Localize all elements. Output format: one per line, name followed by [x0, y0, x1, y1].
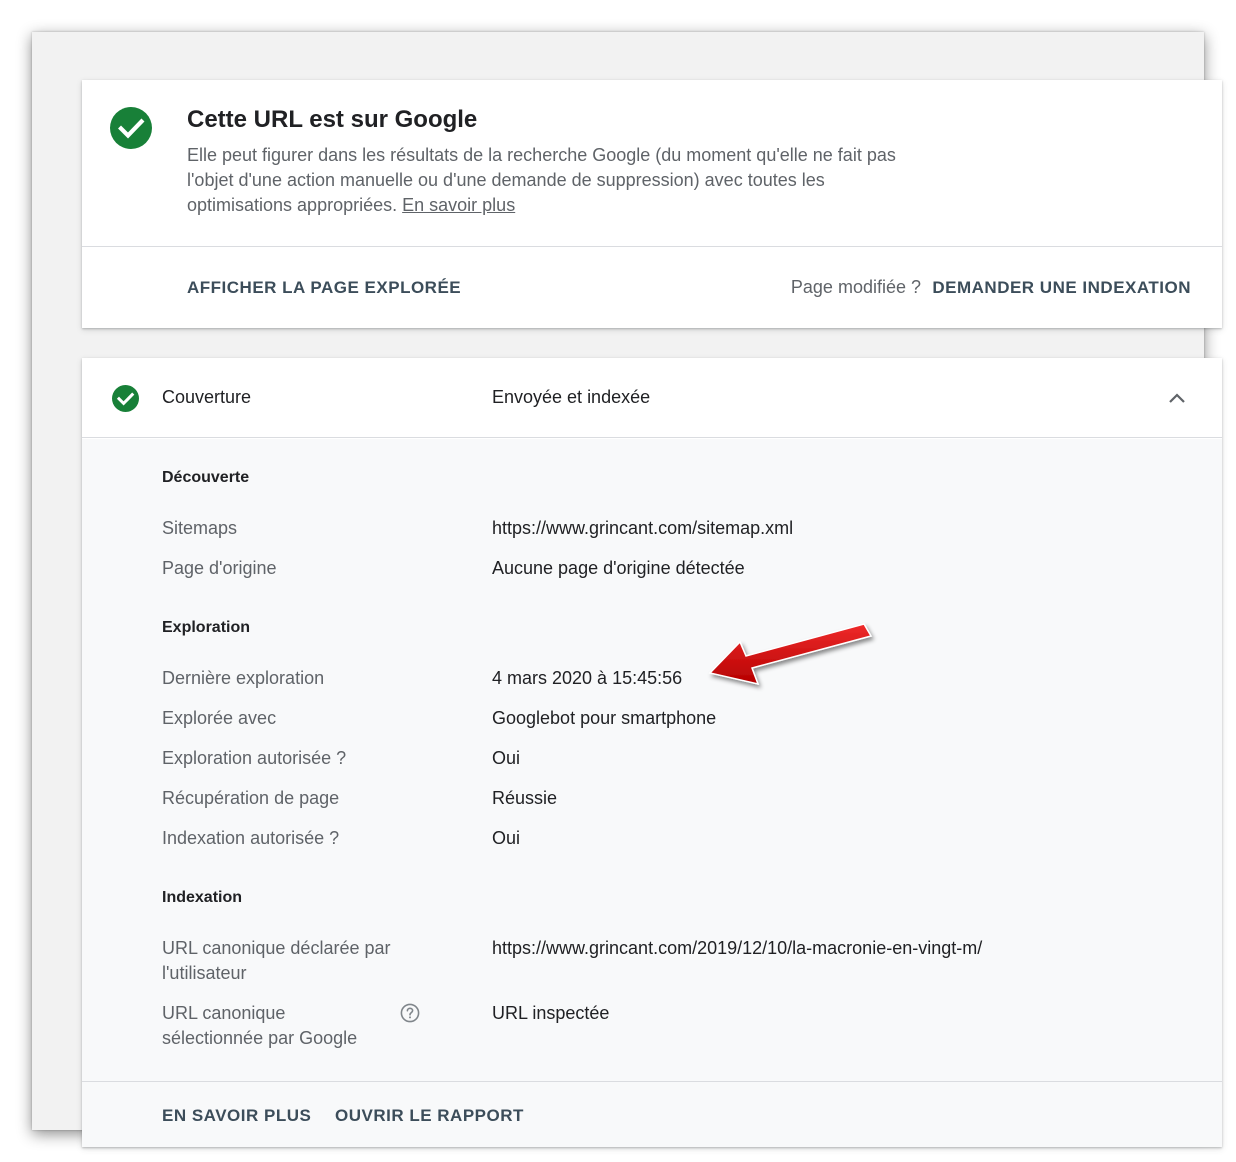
coverage-card: Couverture Envoyée et indexée Découverte…	[82, 358, 1222, 1147]
last-crawl-label: Dernière exploration	[162, 668, 325, 688]
status-description: Elle peut figurer dans les résultats de …	[187, 143, 907, 218]
indexing-allowed-label: Indexation autorisée ?	[162, 828, 340, 848]
user-canonical-label: URL canonique déclarée par l'utilisateur	[162, 938, 391, 983]
coverage-value: Envoyée et indexée	[492, 387, 651, 407]
check-circle-icon	[110, 107, 152, 149]
coverage-label: Couverture	[162, 387, 252, 407]
page-modified-text: Page modifiée ?	[790, 277, 921, 297]
help-circle-icon[interactable]	[400, 1003, 420, 1023]
coverage-header[interactable]: Couverture Envoyée et indexée	[82, 358, 1222, 438]
crawl-allowed-value: Oui	[492, 748, 521, 768]
screenshot-frame: Cette URL est sur Google Elle peut figur…	[32, 32, 1222, 1147]
status-title: Cette URL est sur Google	[187, 106, 478, 133]
sitemaps-label: Sitemaps	[162, 518, 238, 538]
last-crawl-value: 4 mars 2020 à 15:45:56	[492, 668, 683, 688]
user-canonical-value: https://www.grincant.com/2019/12/10/la-m…	[492, 938, 983, 958]
google-canonical-value: URL inspectée	[492, 1003, 610, 1023]
referring-page-value: Aucune page d'origine détectée	[492, 558, 745, 578]
divider	[82, 246, 1222, 247]
section-title-crawl: Exploration	[162, 619, 251, 636]
indexing-allowed-value: Oui	[492, 828, 521, 848]
page-fetch-value: Réussie	[492, 788, 558, 808]
referring-page-label: Page d'origine	[162, 558, 277, 578]
coverage-details: Découverte Sitemaps https://www.grincant…	[82, 439, 1222, 1081]
crawled-as-value: Googlebot pour smartphone	[492, 708, 717, 728]
sitemaps-value: https://www.grincant.com/sitemap.xml	[492, 518, 794, 538]
view-crawled-page-button[interactable]: AFFICHER LA PAGE EXPLORÉE	[187, 278, 461, 298]
section-title-discovery: Découverte	[162, 469, 250, 486]
url-status-card: Cette URL est sur Google Elle peut figur…	[82, 80, 1222, 328]
chevron-up-icon[interactable]	[1168, 389, 1186, 407]
open-report-button[interactable]: OUVRIR LE RAPPORT	[335, 1106, 524, 1126]
learn-more-button[interactable]: EN SAVOIR PLUS	[162, 1106, 311, 1126]
page-fetch-label: Récupération de page	[162, 788, 340, 808]
status-description-text: Elle peut figurer dans les résultats de …	[187, 145, 896, 215]
google-canonical-label: URL canonique sélectionnée par Google	[162, 1003, 358, 1048]
check-circle-icon	[112, 385, 139, 412]
red-arrow-icon	[708, 623, 873, 686]
section-title-indexing: Indexation	[162, 889, 243, 906]
learn-more-link[interactable]: En savoir plus	[402, 195, 515, 215]
crawled-as-label: Explorée avec	[162, 708, 277, 728]
request-indexing-button[interactable]: DEMANDER UNE INDEXATION	[932, 278, 1191, 298]
crawl-allowed-label: Exploration autorisée ?	[162, 748, 347, 768]
